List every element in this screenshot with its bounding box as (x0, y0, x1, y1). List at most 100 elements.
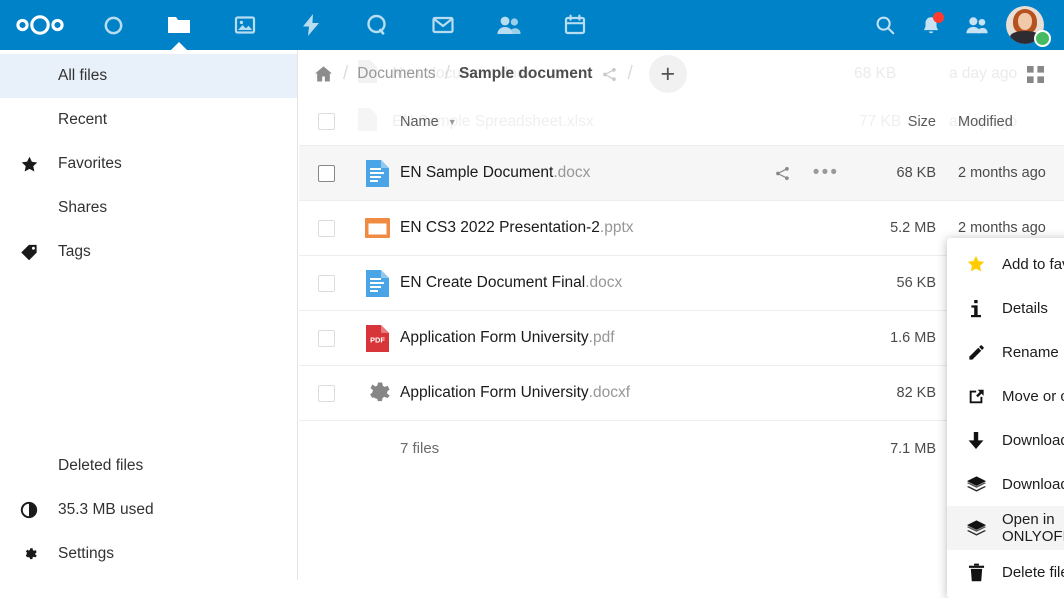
file-name[interactable]: Application Form University.pdf (400, 329, 854, 347)
row-checkbox[interactable] (299, 165, 354, 182)
deleted-files-icon (14, 451, 44, 481)
external-link-icon (961, 387, 991, 406)
breadcrumb-item-documents[interactable]: Documents (357, 65, 435, 83)
search-icon[interactable] (862, 0, 908, 50)
sidebar-item-deleted-files[interactable]: Deleted files (0, 444, 297, 488)
table-header-row: Name ▼ Size Modified (299, 98, 1064, 146)
table-row[interactable]: EN Sample Document.docx ••• 68 KB 2 mont… (299, 146, 1064, 201)
menu-item-label: Add to favorites (1002, 256, 1064, 273)
select-all-checkbox[interactable] (299, 113, 354, 130)
share-icon[interactable] (601, 66, 618, 83)
sidebar-primary-list: All files Recent Favorites Shares Tags (0, 50, 297, 274)
row-more-actions-button[interactable]: ••• (804, 151, 848, 195)
pencil-icon (961, 343, 991, 362)
sidebar-secondary-list: Deleted files 35.3 MB used Settings (0, 444, 297, 576)
sort-arrow-icon: ▼ (448, 117, 457, 127)
recent-icon (14, 105, 44, 135)
layers-icon (961, 475, 991, 494)
file-basename: EN Sample Document (400, 164, 553, 182)
app-icon-dashboard[interactable] (88, 0, 138, 50)
row-share-icon[interactable] (760, 151, 804, 195)
file-context-menu: Add to favorites Details Rename (947, 238, 1064, 598)
star-icon (961, 254, 991, 274)
all-files-icon (14, 61, 44, 91)
app-icon-activity[interactable] (286, 0, 336, 50)
download-arrow-icon (961, 431, 991, 450)
total-size: 7.1 MB (854, 441, 942, 457)
files-main-area: New document.docx 68 KB a day ago EN Sam… (299, 50, 1064, 580)
row-checkbox[interactable] (299, 385, 354, 402)
shares-icon (14, 193, 44, 223)
star-icon (14, 149, 44, 179)
pptx-file-icon (354, 217, 400, 239)
docx-file-icon (354, 159, 400, 188)
layers-icon (961, 519, 991, 538)
menu-item-details[interactable]: Details (947, 286, 1064, 330)
column-header-modified[interactable]: Modified (942, 114, 1064, 130)
file-extension: .pptx (600, 219, 634, 237)
menu-item-download-as[interactable]: Download as (947, 462, 1064, 506)
menu-item-label: Rename (1002, 344, 1059, 361)
menu-item-label: Download as (1002, 476, 1064, 493)
app-header (0, 0, 1064, 50)
menu-item-label: Open in ONLYOFFICE (1002, 511, 1064, 545)
file-basename: EN Create Document Final (400, 274, 585, 292)
pdf-file-icon: PDF (354, 324, 400, 353)
app-icon-talk[interactable] (352, 0, 402, 50)
row-checkbox[interactable] (299, 220, 354, 237)
svg-text:PDF: PDF (370, 335, 385, 344)
app-icon-mail[interactable] (418, 0, 468, 50)
breadcrumb-item-sample-document[interactable]: Sample document (459, 65, 593, 83)
file-name[interactable]: EN CS3 2022 Presentation-2.pptx (400, 219, 854, 237)
file-count: 7 files (400, 440, 854, 457)
app-icon-contacts[interactable] (484, 0, 534, 50)
file-size: 56 KB (854, 275, 942, 291)
sidebar-item-settings[interactable]: Settings (0, 532, 297, 576)
tag-icon (14, 237, 44, 267)
column-header-size[interactable]: Size (854, 114, 942, 130)
sidebar-item-tags[interactable]: Tags (0, 230, 297, 274)
docxf-file-icon (354, 379, 400, 408)
row-checkbox[interactable] (299, 330, 354, 347)
sidebar-item-all-files[interactable]: All files (0, 54, 297, 98)
sidebar-item-label: Tags (58, 243, 91, 261)
menu-item-delete-file[interactable]: Delete file (947, 550, 1064, 594)
breadcrumb: / Documents / Sample document / + (299, 50, 1064, 98)
file-basename: EN CS3 2022 Presentation-2 (400, 219, 600, 237)
menu-item-rename[interactable]: Rename (947, 330, 1064, 374)
file-extension: .docxf (589, 384, 630, 402)
app-icon-calendar[interactable] (550, 0, 600, 50)
file-extension: .docx (585, 274, 622, 292)
file-size: 68 KB (854, 165, 942, 181)
menu-item-add-to-favorites[interactable]: Add to favorites (947, 242, 1064, 286)
menu-item-open-in-onlyoffice[interactable]: Open in ONLYOFFICE (947, 506, 1064, 550)
avatar[interactable] (1004, 2, 1050, 48)
menu-item-label: Details (1002, 300, 1048, 317)
contacts-menu-icon[interactable] (954, 0, 1000, 50)
notifications-icon[interactable] (908, 0, 954, 50)
app-icon-photos[interactable] (220, 0, 270, 50)
column-header-name[interactable]: Name ▼ (400, 114, 854, 130)
sidebar-item-favorites[interactable]: Favorites (0, 142, 297, 186)
file-name[interactable]: Application Form University.docxf (400, 384, 854, 402)
file-extension: .pdf (589, 329, 615, 347)
status-badge-online (1034, 30, 1051, 47)
sidebar-item-recent[interactable]: Recent (0, 98, 297, 142)
sidebar-item-quota[interactable]: 35.3 MB used (0, 488, 297, 532)
new-file-button[interactable]: + (649, 55, 687, 93)
app-icon-files[interactable] (154, 0, 204, 50)
menu-item-label: Download (1002, 432, 1064, 449)
sidebar-item-shares[interactable]: Shares (0, 186, 297, 230)
trash-icon (961, 563, 991, 582)
grid-view-icon[interactable] (1020, 59, 1050, 89)
breadcrumb-home[interactable] (313, 64, 334, 84)
file-basename: Application Form University (400, 384, 589, 402)
nextcloud-logo[interactable] (0, 0, 80, 50)
menu-item-download[interactable]: Download (947, 418, 1064, 462)
file-name[interactable]: EN Create Document Final.docx (400, 274, 854, 292)
app-navigation (80, 0, 608, 50)
row-checkbox[interactable] (299, 275, 354, 292)
file-name[interactable]: EN Sample Document.docx (400, 164, 760, 182)
breadcrumb-separator: / (343, 63, 348, 85)
menu-item-move-or-copy[interactable]: Move or copy (947, 374, 1064, 418)
